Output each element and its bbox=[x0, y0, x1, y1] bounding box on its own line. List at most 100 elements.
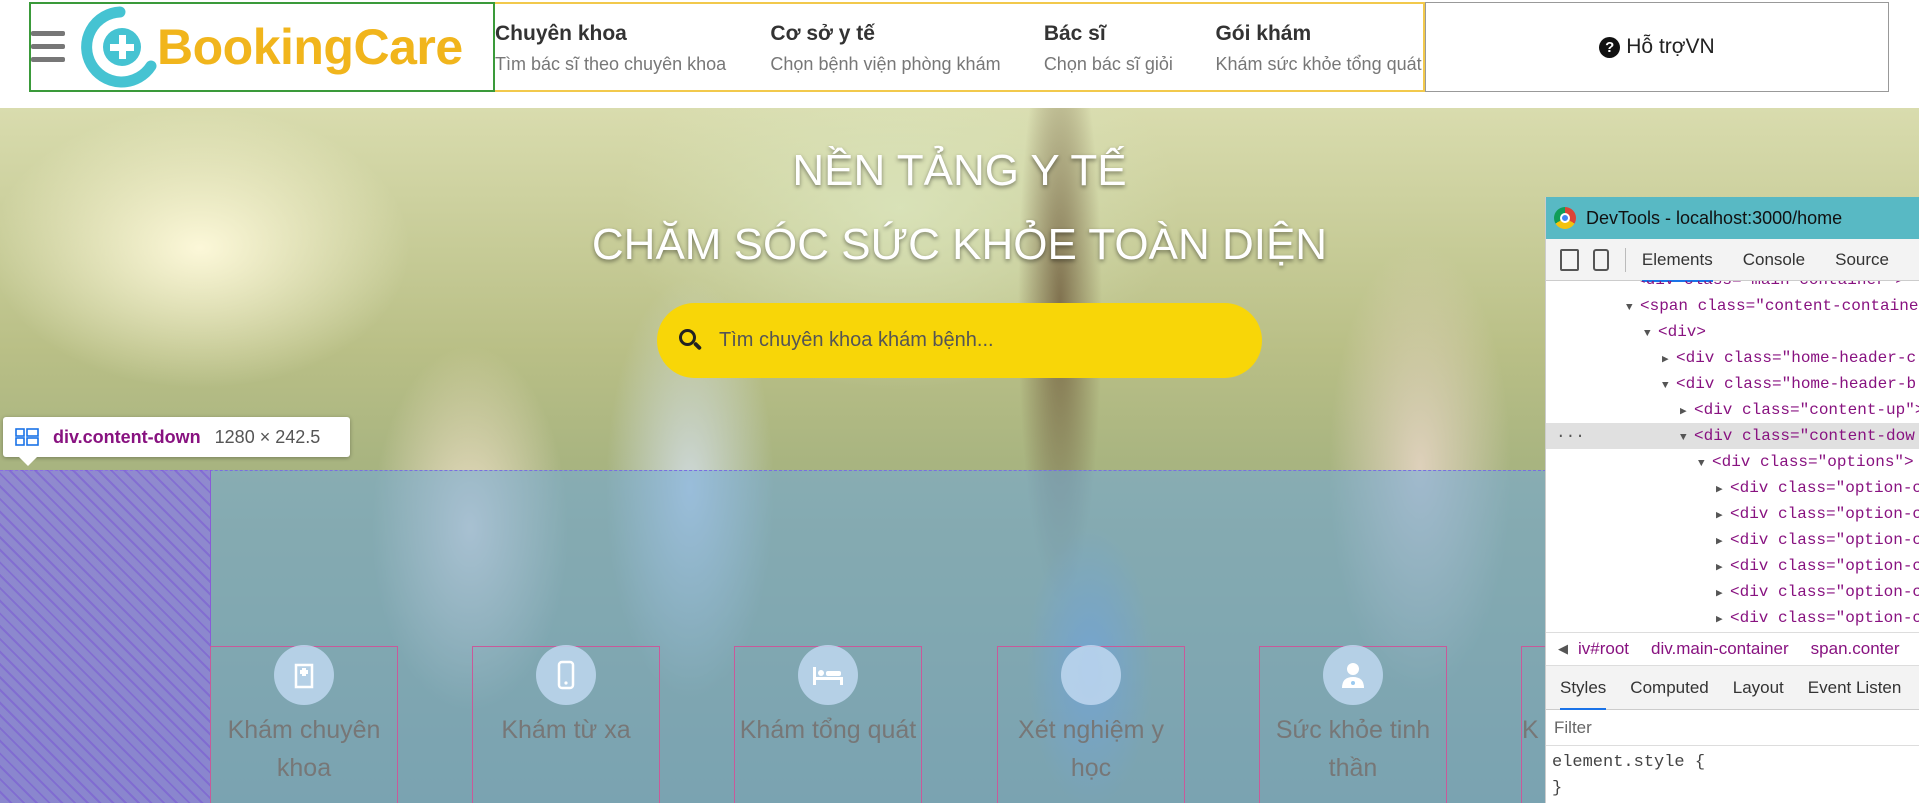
grid-layout-icon bbox=[15, 428, 39, 446]
expand-arrow: ▶ bbox=[1680, 406, 1687, 418]
option-kham-chuyen-khoa[interactable]: Khám chuyên khoa bbox=[210, 645, 398, 803]
user-doctor-icon bbox=[1323, 645, 1383, 705]
dom-node[interactable]: ▶ <div class="option-c bbox=[1546, 579, 1919, 605]
scroll-left-icon[interactable]: ◀ bbox=[1558, 641, 1568, 657]
expand-arrow: ▼ bbox=[1680, 432, 1687, 444]
devtools-title: DevTools - localhost:3000/home bbox=[1586, 207, 1843, 228]
search-input[interactable] bbox=[717, 328, 1237, 353]
search-icon bbox=[679, 328, 703, 353]
dom-node-text: <div class="home-header-b bbox=[1676, 375, 1917, 393]
tab-event-listeners[interactable]: Event Listen bbox=[1808, 678, 1902, 698]
menu-icon[interactable] bbox=[31, 30, 67, 64]
dom-node[interactable]: ▶ <div class="content-up"> bbox=[1546, 397, 1919, 423]
nav-subtitle: Chọn bệnh viện phòng khám bbox=[770, 54, 1001, 74]
breadcrumb-item[interactable]: span.conter bbox=[1811, 639, 1900, 659]
expand-arrow: ▶ bbox=[1716, 484, 1723, 496]
home-header: BookingCare Chuyên khoa Tìm bác sĩ theo … bbox=[0, 0, 1919, 108]
tab-computed[interactable]: Computed bbox=[1630, 678, 1708, 698]
logo-text: BookingCare bbox=[157, 19, 463, 75]
expand-arrow: ▼ bbox=[1662, 380, 1669, 392]
nav-subtitle: Tìm bác sĩ theo chuyên khoa bbox=[495, 54, 727, 74]
expand-arrow: ▶ bbox=[1716, 536, 1723, 548]
dom-node[interactable]: ▶ <div class="option-c bbox=[1546, 501, 1919, 527]
dom-node[interactable]: ▼ <div class="options"> bbox=[1546, 449, 1919, 475]
breadcrumb-item[interactable]: div.main-container bbox=[1651, 639, 1789, 659]
dom-node[interactable]: <div class="main-container"> bbox=[1546, 281, 1919, 293]
dom-node[interactable]: ▶ <div class="option-c bbox=[1546, 475, 1919, 501]
option-label: Khám chuyên khoa bbox=[227, 716, 381, 782]
mobile-icon bbox=[536, 645, 596, 705]
divider bbox=[1625, 247, 1626, 272]
dom-node-text: <span class="content-containe bbox=[1640, 297, 1919, 315]
filter-placeholder: Filter bbox=[1554, 717, 1592, 737]
nav-item-co-so-y-te[interactable]: Cơ sở y tế Chọn bệnh viện phòng khám bbox=[770, 4, 1043, 90]
option-label: K bbox=[1522, 716, 1539, 744]
bed-icon bbox=[798, 645, 858, 705]
support-label: Hỗ trợVN bbox=[1626, 35, 1715, 58]
nav-subtitle: Khám sức khỏe tổng quát bbox=[1215, 54, 1422, 74]
devtools-titlebar: DevTools - localhost:3000/home bbox=[1546, 197, 1919, 239]
more-icon[interactable]: ··· bbox=[1556, 423, 1585, 449]
nav-title: Gói khám bbox=[1215, 22, 1312, 45]
expand-arrow: ▶ bbox=[1716, 562, 1723, 574]
nav-item-chuyen-khoa[interactable]: Chuyên khoa Tìm bác sĩ theo chuyên khoa bbox=[495, 4, 770, 90]
banner-title-line1: NỀN TẢNG Y TẾ bbox=[792, 146, 1127, 195]
inspector-element-size: 1280 × 242.5 bbox=[214, 426, 321, 447]
hospital-icon bbox=[274, 645, 334, 705]
tab-layout[interactable]: Layout bbox=[1733, 678, 1784, 698]
support-link[interactable]: ? Hỗ trợVN bbox=[1599, 35, 1715, 59]
styles-filter[interactable]: Filter bbox=[1546, 710, 1919, 746]
expand-arrow: ▼ bbox=[1626, 302, 1633, 314]
dom-node[interactable]: ▼ <div> bbox=[1546, 319, 1919, 345]
chrome-icon bbox=[1554, 207, 1576, 229]
dom-node[interactable]: ▼ <span class="content-containe bbox=[1546, 293, 1919, 319]
element-style-rule: element.style { } bbox=[1546, 746, 1919, 802]
logo[interactable]: BookingCare bbox=[79, 6, 463, 88]
dom-node-text: <div class="content-dow bbox=[1694, 427, 1915, 445]
dom-node[interactable]: ▶ <div class="option-c bbox=[1546, 553, 1919, 579]
dom-node-text: <div class="options"> bbox=[1712, 453, 1914, 471]
option-partial[interactable]: K bbox=[1521, 646, 1545, 803]
logo-plus-icon bbox=[81, 6, 157, 88]
option-suc-khoe-tinh-than[interactable]: Sức khỏe tinh thần bbox=[1259, 645, 1447, 803]
dom-node[interactable]: ▶ <div class="option-c bbox=[1546, 605, 1919, 631]
tab-sources[interactable]: Source bbox=[1835, 250, 1889, 270]
nav-item-goi-kham[interactable]: Gói khám Khám sức khỏe tổng quát bbox=[1215, 4, 1423, 90]
header-right: ? Hỗ trợVN bbox=[1425, 2, 1889, 92]
dom-node-selected[interactable]: ··· ▼ <div class="content-dow bbox=[1546, 423, 1919, 449]
option-label: Khám từ xa bbox=[501, 716, 631, 744]
option-xet-nghiem-y-hoc[interactable]: Xét nghiệm y học bbox=[997, 645, 1185, 803]
nav-title: Chuyên khoa bbox=[495, 22, 627, 45]
nav-subtitle: Chọn bác sĩ giỏi bbox=[1043, 54, 1173, 74]
option-kham-tu-xa[interactable]: Khám từ xa bbox=[472, 645, 660, 803]
dom-node[interactable]: ▶ <div class="option-c bbox=[1546, 527, 1919, 553]
dom-node[interactable]: ▼ <div class="home-header-b bbox=[1546, 371, 1919, 397]
tab-console[interactable]: Console bbox=[1743, 250, 1805, 270]
expand-arrow: ▼ bbox=[1698, 458, 1705, 470]
inspect-element-icon[interactable] bbox=[1560, 248, 1580, 271]
expand-arrow: ▶ bbox=[1716, 510, 1723, 522]
nav-item-bac-si[interactable]: Bác sĩ Chọn bác sĩ giỏi bbox=[1044, 4, 1216, 90]
header-left: BookingCare bbox=[29, 2, 495, 92]
option-label: Khám tổng quát bbox=[739, 716, 917, 744]
tab-styles[interactable]: Styles bbox=[1560, 666, 1607, 710]
inspect-margin-overlay bbox=[0, 470, 211, 803]
dom-node[interactable]: ▶ <div class="home-header-c bbox=[1546, 345, 1919, 371]
dom-node-text: <div class="option-c bbox=[1730, 557, 1919, 575]
style-rule-open: element.style { bbox=[1552, 753, 1706, 772]
option-label: Sức khỏe tinh thần bbox=[1275, 716, 1431, 782]
option-kham-tong-quat[interactable]: Khám tổng quát bbox=[734, 645, 922, 803]
dom-tree: <div class="main-container"> ▼ <span clas… bbox=[1546, 281, 1919, 632]
search-bar[interactable] bbox=[657, 303, 1262, 378]
style-rule-close: } bbox=[1552, 779, 1563, 798]
dom-node-text: <div class="option-c bbox=[1730, 479, 1919, 497]
device-toolbar-icon[interactable] bbox=[1593, 248, 1610, 271]
breadcrumb-item[interactable]: iv#root bbox=[1578, 639, 1629, 659]
expand-arrow: ▼ bbox=[1644, 328, 1651, 340]
dom-node-text: <div class="option-c bbox=[1730, 609, 1919, 627]
devtools-panel: DevTools - localhost:3000/home Elements … bbox=[1545, 197, 1919, 803]
inspector-tooltip: div.content-down 1280 × 242.5 bbox=[3, 417, 350, 466]
expand-arrow: ▶ bbox=[1716, 588, 1723, 600]
tab-elements[interactable]: Elements bbox=[1641, 238, 1713, 282]
option-label: Xét nghiệm y học bbox=[1018, 716, 1164, 782]
